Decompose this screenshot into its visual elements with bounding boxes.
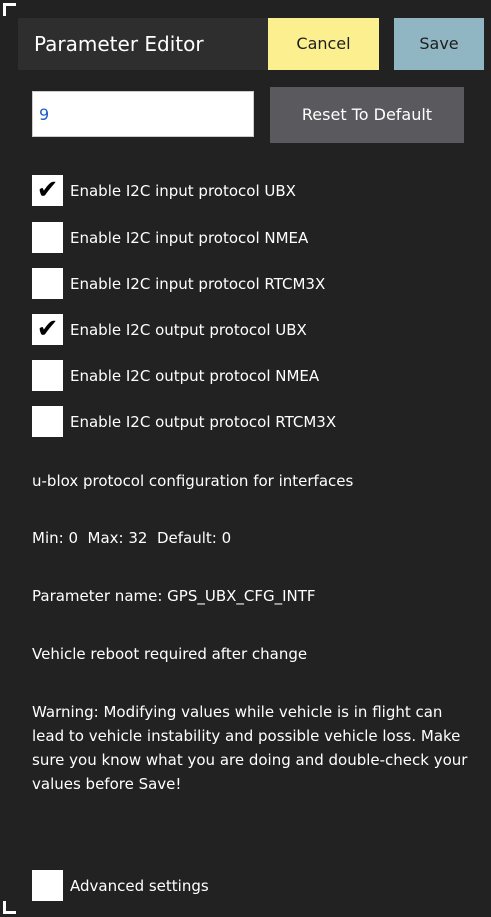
checkbox[interactable] [32,406,63,437]
save-button[interactable]: Save [394,18,484,70]
warning-text: Warning: Modifying values while vehicle … [32,703,468,793]
advanced-settings-label: Advanced settings [70,877,209,895]
value-input[interactable] [32,91,254,137]
checkbox-label: Enable I2C input protocol NMEA [70,229,309,247]
checkbox-label: Enable I2C output protocol RTCM3X [70,413,337,431]
checkbox-label: Enable I2C input protocol UBX [70,182,296,200]
parameter-range: Min: 0 Max: 32 Default: 0 [32,529,232,547]
checkmark-icon: ✔ [36,175,59,205]
checkbox-label: Enable I2C output protocol NMEA [70,367,320,385]
frame-corner-bottom-left [3,901,16,914]
checkbox[interactable] [32,222,63,253]
checkbox-label: Enable I2C output protocol UBX [70,321,307,339]
checkbox[interactable] [32,360,63,391]
reset-to-default-button[interactable]: Reset To Default [270,87,464,143]
dialog-title-bar: Parameter Editor [18,18,268,70]
checkbox-label: Enable I2C input protocol RTCM3X [70,275,326,293]
parameter-description: u-blox protocol configuration for interf… [32,472,354,490]
parameter-name: Parameter name: GPS_UBX_CFG_INTF [32,587,316,605]
frame-corner-top-left [3,3,16,16]
cancel-button[interactable]: Cancel [268,18,379,70]
checkbox[interactable] [32,870,63,901]
checkbox[interactable]: ✔ [32,314,63,345]
reboot-notice: Vehicle reboot required after change [32,645,308,663]
dialog-title: Parameter Editor [34,32,204,56]
checkbox[interactable] [32,268,63,299]
checkbox[interactable]: ✔ [32,175,63,206]
checkmark-icon: ✔ [36,314,59,344]
